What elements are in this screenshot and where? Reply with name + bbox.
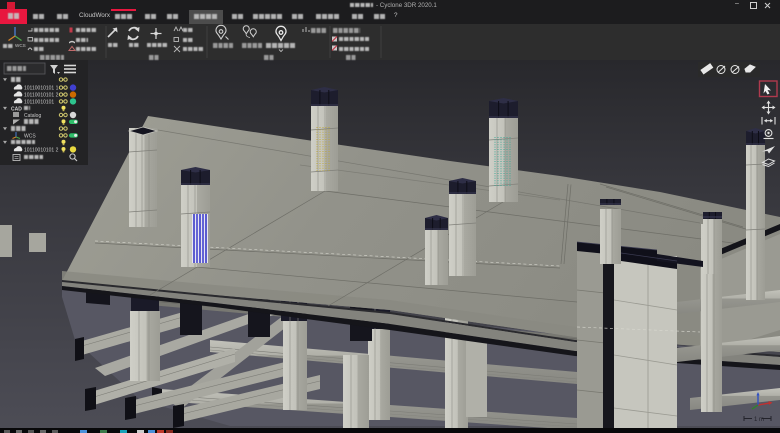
svg-text:1 m: 1 m [754, 417, 764, 423]
